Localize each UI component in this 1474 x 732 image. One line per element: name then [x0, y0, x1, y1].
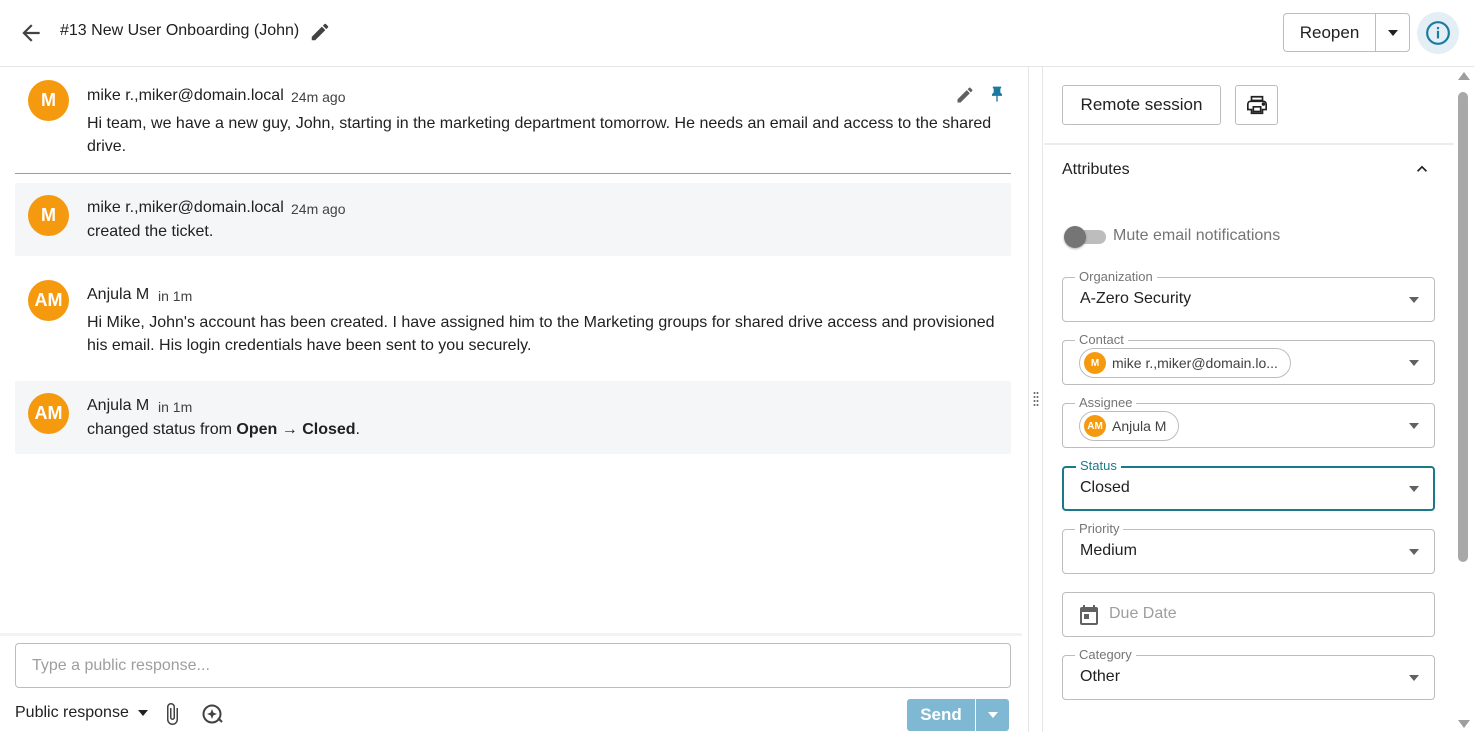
avatar: M [1084, 352, 1106, 374]
panel-splitter [1028, 67, 1043, 732]
details-panel: Remote session Attributes Mute email not… [1044, 67, 1454, 732]
remote-session-button[interactable]: Remote session [1062, 85, 1221, 125]
activity-text: changed status from Open → Closed. [87, 421, 360, 438]
activity-text: created the ticket. [87, 223, 214, 240]
field-value: Closed [1080, 479, 1130, 496]
toggle-knob [1064, 226, 1086, 248]
field-label: Category [1075, 647, 1136, 663]
info-icon [1426, 21, 1450, 45]
message-author: mike r.,miker@domain.local [87, 199, 284, 216]
activity-item: M mike r.,miker@domain.local 24m ago cre… [15, 183, 1011, 256]
field-label: Priority [1075, 521, 1124, 537]
attributes-heading: Attributes [1062, 161, 1130, 178]
field-value: Other [1080, 668, 1121, 685]
response-type-label: Public response [15, 704, 129, 721]
message-author: Anjula M [87, 286, 150, 303]
calendar-icon [1080, 605, 1098, 625]
message-time: 24m ago [291, 201, 346, 217]
status-to: Closed [302, 421, 356, 438]
panel-divider [1044, 143, 1454, 145]
contact-select[interactable]: Contact M mike r.,miker@domain.lo... [1062, 332, 1435, 385]
status-from: Open [236, 421, 278, 438]
send-button[interactable]: Send [907, 699, 975, 731]
message-time: in 1m [158, 399, 193, 415]
chevron-down-icon [1387, 29, 1398, 36]
activity-item: AM Anjula M in 1m changed status from Op… [15, 381, 1011, 454]
scroll-down-arrow[interactable] [1458, 720, 1470, 728]
response-input[interactable] [15, 643, 1011, 688]
pencil-icon[interactable] [955, 85, 975, 105]
chevron-down-icon [1409, 360, 1419, 366]
panel-scrollbar[interactable] [1454, 67, 1474, 732]
chevron-down-icon [1409, 549, 1419, 555]
chevron-down-icon [1409, 675, 1419, 681]
pencil-icon[interactable] [309, 21, 331, 43]
scroll-thumb[interactable] [1458, 92, 1468, 562]
contact-chip[interactable]: M mike r.,miker@domain.lo... [1079, 348, 1291, 378]
reopen-button-group: Reopen [1283, 13, 1410, 52]
due-date-field[interactable]: Due Date [1062, 592, 1435, 637]
mute-notifications-toggle[interactable] [1064, 226, 1107, 248]
avatar: M [28, 195, 69, 236]
mute-notifications-label: Mute email notifications [1113, 227, 1281, 244]
field-label: Organization [1075, 269, 1157, 285]
ticket-title: #13 New User Onboarding (John) [60, 22, 300, 39]
info-button[interactable] [1417, 12, 1459, 54]
field-value: Medium [1080, 542, 1137, 559]
reopen-menu-button[interactable] [1376, 14, 1409, 51]
send-button-group: Send [907, 699, 1009, 731]
pin-icon[interactable] [987, 85, 1007, 105]
message-item: AM Anjula M in 1m Hi Mike, John's accoun… [15, 270, 1011, 370]
field-label: Assignee [1075, 395, 1137, 411]
avatar: AM [28, 393, 69, 434]
conversation-thread: M mike r.,miker@domain.local 24m ago Hi … [0, 67, 1028, 633]
message-author: mike r.,miker@domain.local [87, 87, 284, 104]
drag-handle-icon[interactable] [1033, 391, 1039, 407]
response-type-dropdown[interactable]: Public response [15, 704, 149, 722]
message-body: Hi team, we have a new guy, John, starti… [87, 115, 992, 155]
category-select[interactable]: Category Other [1062, 647, 1435, 700]
chip-label: Anjula M [1112, 418, 1167, 434]
avatar: AM [28, 280, 69, 321]
field-label: Contact [1075, 332, 1128, 348]
assignee-chip[interactable]: AM Anjula M [1079, 411, 1180, 441]
field-value: A-Zero Security [1080, 290, 1192, 307]
chevron-down-icon [1409, 297, 1419, 303]
arrow-left-icon[interactable] [18, 20, 44, 46]
ai-sparkle-icon[interactable] [200, 702, 224, 726]
ticket-header: #13 New User Onboarding (John) Reopen [0, 0, 1474, 67]
chevron-up-icon[interactable] [1412, 159, 1432, 179]
priority-select[interactable]: Priority Medium [1062, 521, 1435, 574]
chevron-down-icon [1409, 423, 1419, 429]
composer-divider [0, 633, 1022, 636]
divider [15, 173, 1011, 174]
chevron-down-icon [137, 710, 148, 716]
avatar: M [28, 80, 69, 121]
organization-select[interactable]: Organization A-Zero Security [1062, 269, 1435, 322]
avatar: AM [1084, 415, 1106, 437]
message-author: Anjula M [87, 397, 150, 414]
paperclip-icon[interactable] [160, 702, 184, 726]
message-item: M mike r.,miker@domain.local 24m ago Hi … [15, 67, 1011, 173]
message-time: in 1m [158, 288, 193, 304]
chevron-down-icon [987, 712, 998, 718]
chevron-down-icon [1409, 486, 1419, 492]
printer-icon [1246, 95, 1267, 115]
send-menu-button[interactable] [975, 699, 1009, 731]
message-time: 24m ago [291, 89, 346, 105]
print-button[interactable] [1235, 85, 1278, 125]
due-date-placeholder: Due Date [1109, 605, 1177, 622]
field-label: Status [1076, 458, 1121, 474]
scroll-up-arrow[interactable] [1458, 72, 1470, 80]
reopen-button[interactable]: Reopen [1284, 14, 1376, 51]
assignee-select[interactable]: Assignee AM Anjula M [1062, 395, 1435, 448]
chip-label: mike r.,miker@domain.lo... [1112, 355, 1278, 371]
message-body: Hi Mike, John's account has been created… [87, 314, 995, 354]
status-select[interactable]: Status Closed [1062, 458, 1435, 511]
